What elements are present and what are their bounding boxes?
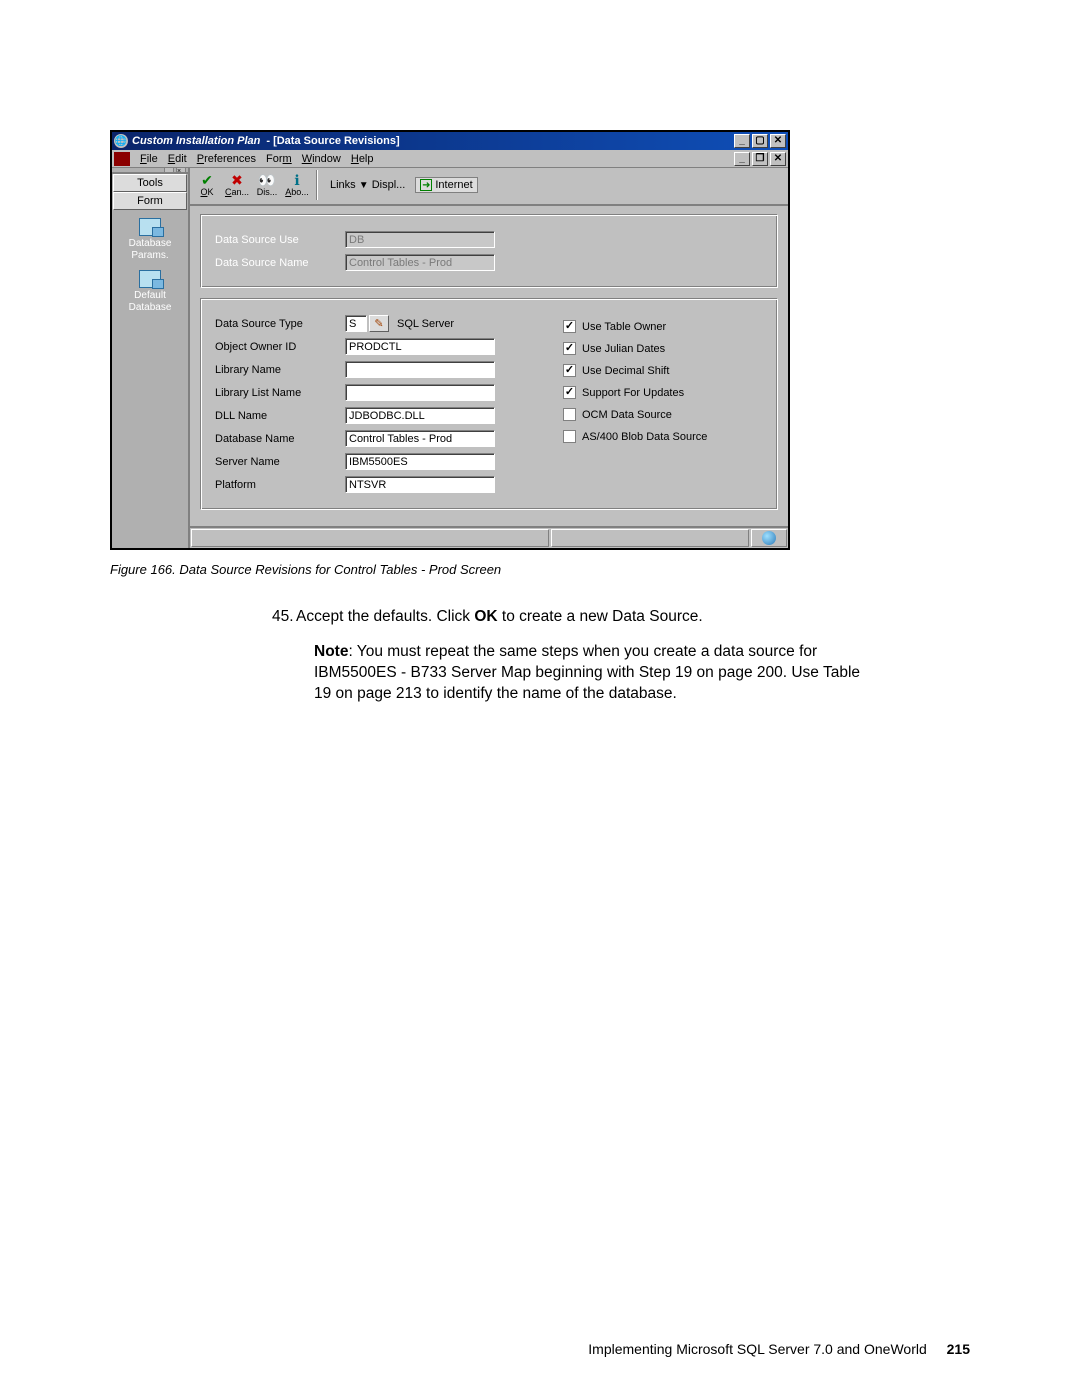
links-dropdown[interactable]: Links ▼ Displ... xyxy=(324,179,411,191)
status-bar xyxy=(190,526,788,548)
platform-field[interactable] xyxy=(345,476,495,493)
mdi-close-button[interactable]: ✕ xyxy=(770,152,786,166)
data-source-type-field[interactable] xyxy=(345,315,367,332)
cancel-button[interactable]: ✖Can... xyxy=(224,173,250,197)
readonly-group: Data Source Use Data Source Name xyxy=(200,214,778,288)
dll-name-field[interactable] xyxy=(345,407,495,424)
menu-window[interactable]: Window xyxy=(302,153,341,165)
use-julian-dates-checkbox[interactable]: ✓ xyxy=(563,342,576,355)
menu-preferences[interactable]: Preferences xyxy=(197,153,256,165)
chevron-down-icon: ▼ xyxy=(359,180,369,191)
default-db-icon xyxy=(139,270,161,288)
ocm-data-source-checkbox[interactable] xyxy=(563,408,576,421)
data-source-use-label: Data Source Use xyxy=(215,234,345,246)
data-source-type-text: SQL Server xyxy=(397,318,454,330)
sidebar-item-label: Database Params. xyxy=(112,238,188,262)
internet-button[interactable]: ➜Internet xyxy=(415,177,477,193)
library-list-name-field[interactable] xyxy=(345,384,495,401)
mdi-restore-button[interactable]: ❐ xyxy=(752,152,768,166)
ok-button[interactable]: ✔OK xyxy=(194,173,220,197)
menu-file[interactable]: File xyxy=(140,153,158,165)
step-45: 45.Accept the defaults. Click OK to crea… xyxy=(290,607,970,628)
library-list-name-label: Library List Name xyxy=(215,387,345,399)
tool-panel: × Tools Form Database Params. Default Da… xyxy=(112,168,190,548)
use-julian-dates-label: Use Julian Dates xyxy=(582,343,665,355)
platform-label: Platform xyxy=(215,479,345,491)
data-source-type-label: Data Source Type xyxy=(215,318,345,330)
use-table-owner-checkbox[interactable]: ✓ xyxy=(563,320,576,333)
app-window: 🌐 Custom Installation Plan - [Data Sourc… xyxy=(110,130,790,550)
object-owner-id-field[interactable] xyxy=(345,338,495,355)
doc-icon xyxy=(114,152,130,166)
note-paragraph: Note: You must repeat the same steps whe… xyxy=(314,642,874,705)
menu-edit[interactable]: Edit xyxy=(168,153,187,165)
app-title: Custom Installation Plan xyxy=(132,135,260,147)
menu-bar: File Edit Preferences Form Window Help _… xyxy=(112,150,788,168)
sidebar-item-label: Default Database xyxy=(112,290,188,314)
ocm-data-source-label: OCM Data Source xyxy=(582,409,672,421)
flashlight-icon: ✎ xyxy=(374,317,383,330)
dll-name-label: DLL Name xyxy=(215,410,345,422)
display-button[interactable]: 👀Dis... xyxy=(254,173,280,197)
x-icon: ✖ xyxy=(231,173,243,187)
menu-form[interactable]: Form xyxy=(266,153,292,165)
as400-blob-label: AS/400 Blob Data Source xyxy=(582,431,707,443)
data-source-use-field xyxy=(345,231,495,248)
picker-button[interactable]: ✎ xyxy=(369,315,389,332)
data-source-name-label: Data Source Name xyxy=(215,257,345,269)
library-name-field[interactable] xyxy=(345,361,495,378)
server-name-field[interactable] xyxy=(345,453,495,470)
object-owner-id-label: Object Owner ID xyxy=(215,341,345,353)
use-table-owner-label: Use Table Owner xyxy=(582,321,666,333)
figure-caption: Figure 166. Data Source Revisions for Co… xyxy=(110,562,970,577)
mdi-minimize-button[interactable]: _ xyxy=(734,152,750,166)
globe-icon xyxy=(762,531,776,545)
sidebar-item-db-params[interactable]: Database Params. xyxy=(112,214,188,262)
database-name-field[interactable] xyxy=(345,430,495,447)
sidebar-item-default-db[interactable]: Default Database xyxy=(112,266,188,314)
support-updates-checkbox[interactable]: ✓ xyxy=(563,386,576,399)
title-bar: 🌐 Custom Installation Plan - [Data Sourc… xyxy=(112,132,788,150)
db-params-icon xyxy=(139,218,161,236)
library-name-label: Library Name xyxy=(215,364,345,376)
app-icon: 🌐 xyxy=(114,134,128,148)
as400-blob-checkbox[interactable] xyxy=(563,430,576,443)
step-number: 45. xyxy=(272,607,296,628)
toolbar: ✔OK ✖Can... 👀Dis... ℹAbo... Links ▼ Disp… xyxy=(190,168,788,206)
minimize-button[interactable]: _ xyxy=(734,134,750,148)
menu-help[interactable]: Help xyxy=(351,153,374,165)
use-decimal-shift-checkbox[interactable]: ✓ xyxy=(563,364,576,377)
tools-tab[interactable]: Tools xyxy=(113,174,187,192)
info-icon: ℹ xyxy=(294,173,299,187)
server-name-label: Server Name xyxy=(215,456,345,468)
footer-text: Implementing Microsoft SQL Server 7.0 an… xyxy=(588,1341,926,1357)
check-icon: ✔ xyxy=(201,173,213,187)
about-button[interactable]: ℹAbo... xyxy=(284,173,310,197)
form-tab[interactable]: Form xyxy=(113,192,187,210)
page-footer: Implementing Microsoft SQL Server 7.0 an… xyxy=(588,1341,970,1357)
binoculars-icon: 👀 xyxy=(258,173,275,187)
arrow-right-icon: ➜ xyxy=(420,179,432,191)
close-button[interactable]: ✕ xyxy=(770,134,786,148)
data-group: Data Source Type ✎ SQL Server Object Own… xyxy=(200,298,778,510)
data-source-name-field xyxy=(345,254,495,271)
database-name-label: Database Name xyxy=(215,433,345,445)
title-sub: - [Data Source Revisions] xyxy=(266,135,399,147)
page-number: 215 xyxy=(947,1341,970,1357)
maximize-button[interactable]: ▢ xyxy=(752,134,768,148)
support-updates-label: Support For Updates xyxy=(582,387,684,399)
use-decimal-shift-label: Use Decimal Shift xyxy=(582,365,669,377)
